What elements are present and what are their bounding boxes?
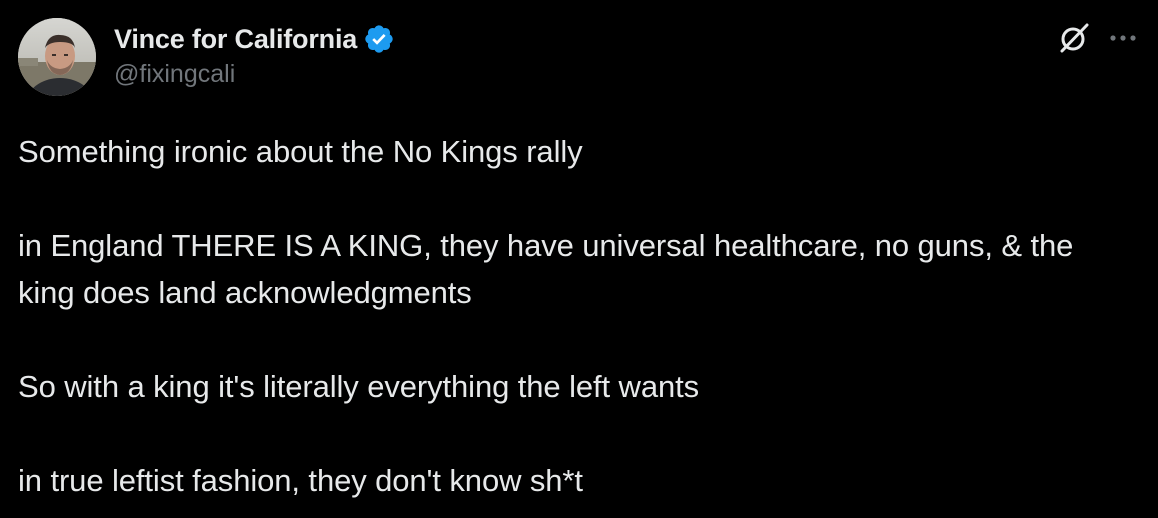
more-options-icon[interactable] xyxy=(1106,20,1140,56)
header-actions xyxy=(1056,20,1140,56)
tweet-paragraph: in England THERE IS A KING, they have un… xyxy=(18,228,1074,310)
author-display-name[interactable]: Vince for California xyxy=(114,24,357,55)
author-handle[interactable]: @fixingcali xyxy=(114,60,395,89)
author-identity: Vince for California @fixingcali xyxy=(114,22,395,89)
avatar[interactable] xyxy=(18,18,96,96)
avatar-photo xyxy=(18,18,96,96)
verified-badge-icon[interactable] xyxy=(363,23,395,55)
name-row: Vince for California xyxy=(114,22,395,56)
tweet-text: Something ironic about the No Kings rall… xyxy=(18,128,1138,504)
grok-icon[interactable] xyxy=(1056,20,1092,56)
tweet-paragraph: So with a king it's literally everything… xyxy=(18,369,700,404)
tweet-header: Vince for California @fixingcali xyxy=(18,18,395,100)
tweet-paragraph: Something ironic about the No Kings rall… xyxy=(18,134,583,169)
tweet-card: Vince for California @fixingcali Somethi… xyxy=(0,0,1158,518)
tweet-paragraph: in true leftist fashion, they don't know… xyxy=(18,463,583,498)
